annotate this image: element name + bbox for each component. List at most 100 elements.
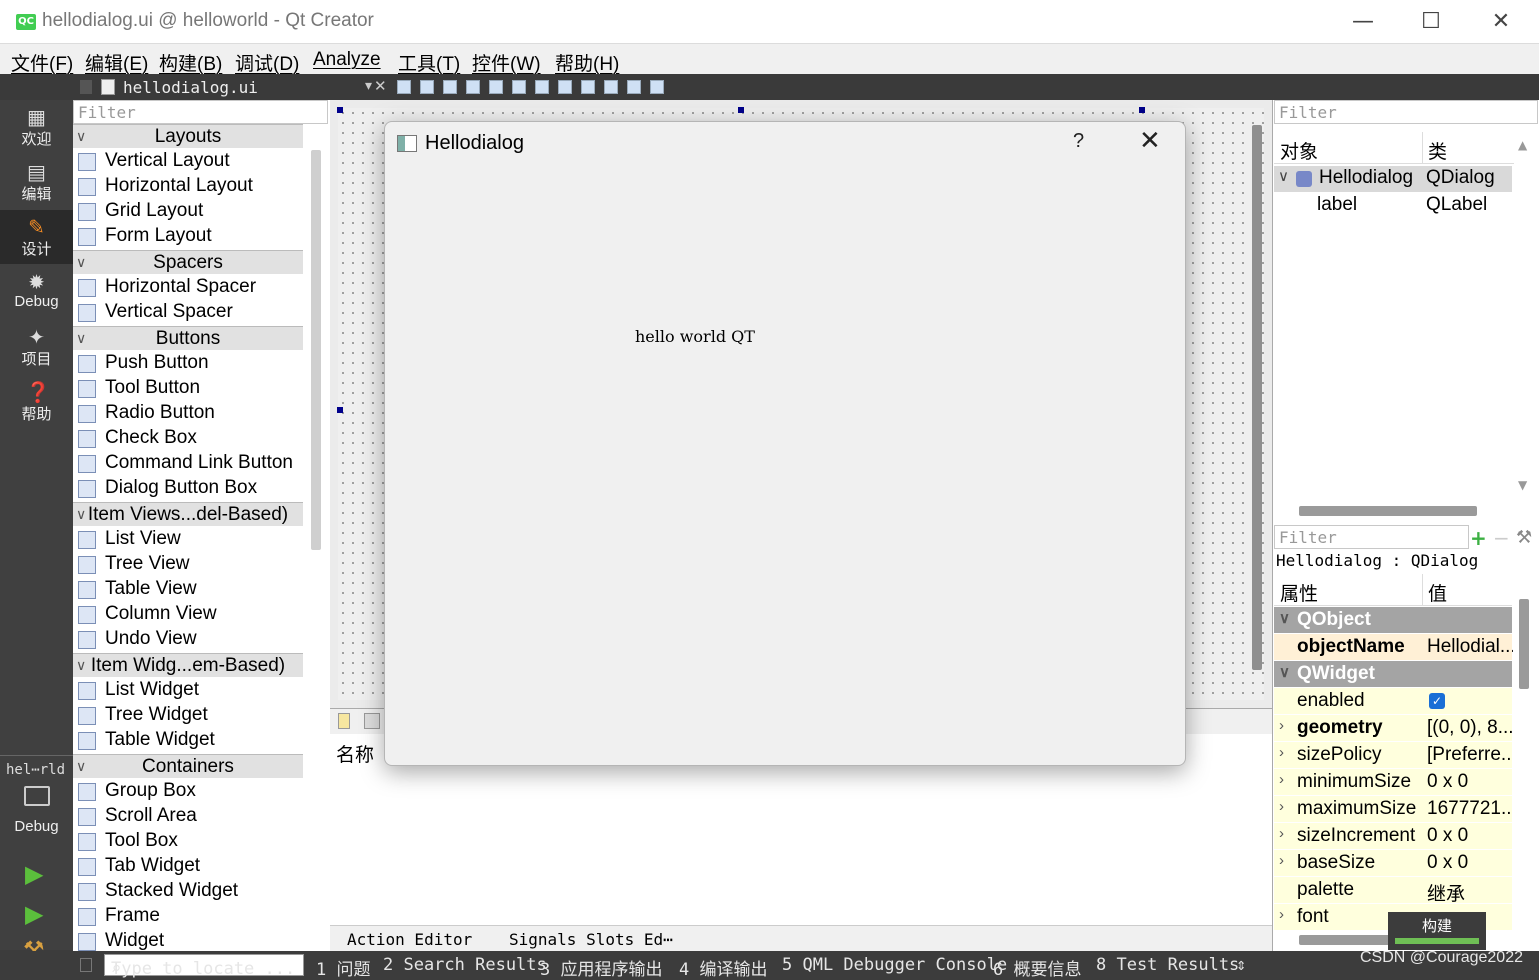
edit-tab-order-icon[interactable] bbox=[466, 80, 480, 94]
widget-item[interactable]: Grid Layout bbox=[73, 199, 303, 224]
enabled-checkbox[interactable]: ✓ bbox=[1429, 693, 1445, 709]
mode-debug[interactable]: ✹ Debug bbox=[0, 265, 73, 319]
close-file-icon[interactable]: ✕ bbox=[374, 77, 387, 95]
property-filter-input[interactable]: Filter bbox=[1274, 525, 1469, 549]
output-pane-issues[interactable]: 1 问题 bbox=[316, 955, 370, 980]
menu-file[interactable]: 文件(F) bbox=[11, 49, 73, 76]
widget-category[interactable]: ∨ Containers bbox=[73, 754, 303, 778]
expand-icon[interactable]: › bbox=[1279, 771, 1284, 788]
widget-item[interactable]: Tool Box bbox=[73, 829, 303, 854]
property-row[interactable]: enabled ✓ bbox=[1274, 688, 1512, 715]
edit-buddies-icon[interactable] bbox=[443, 80, 457, 94]
property-row[interactable]: › maximumSize 1677721... bbox=[1274, 796, 1513, 823]
expand-icon[interactable]: › bbox=[1279, 717, 1284, 734]
widget-item[interactable]: Dialog Button Box bbox=[73, 476, 303, 501]
configure-wrench-icon[interactable]: ⚒ bbox=[1516, 527, 1532, 548]
toggle-sidebar-icon[interactable] bbox=[80, 958, 92, 972]
scroll-down-icon[interactable]: ▼ bbox=[1518, 478, 1527, 492]
widget-filter-input[interactable]: Filter bbox=[73, 100, 328, 124]
property-scrollbar[interactable] bbox=[1519, 599, 1529, 689]
widget-category[interactable]: ∨ Item Views...del-Based) bbox=[73, 502, 303, 526]
adjust-size-icon[interactable] bbox=[650, 80, 664, 94]
dialog-preview-window[interactable]: Hellodialog ? ✕ hello world QT bbox=[384, 121, 1186, 766]
layout-vertical-icon[interactable] bbox=[512, 80, 526, 94]
scroll-up-icon[interactable]: ▲ bbox=[1518, 138, 1527, 152]
widget-item[interactable]: Frame bbox=[73, 904, 303, 929]
widget-item[interactable]: Form Layout bbox=[73, 224, 303, 249]
property-section[interactable]: ∨ QWidget bbox=[1274, 661, 1512, 688]
collapse-icon[interactable]: ∨ bbox=[76, 503, 86, 526]
kit-build-config[interactable]: Debug bbox=[0, 818, 73, 835]
menu-help[interactable]: 帮助(H) bbox=[555, 49, 619, 76]
property-section[interactable]: ∨ QObject bbox=[1274, 607, 1512, 634]
monitor-icon[interactable] bbox=[24, 786, 50, 806]
menu-edit[interactable]: 编辑(E) bbox=[85, 49, 148, 76]
collapse-icon[interactable]: ∨ bbox=[76, 327, 86, 350]
horizontal-scrollbar[interactable] bbox=[1299, 506, 1477, 516]
widget-category[interactable]: ∨ Spacers bbox=[73, 250, 303, 274]
widget-item[interactable]: Vertical Spacer bbox=[73, 300, 303, 325]
property-row[interactable]: palette 继承 bbox=[1274, 877, 1512, 905]
widget-item[interactable]: List View bbox=[73, 527, 303, 552]
widget-item[interactable]: Radio Button bbox=[73, 401, 303, 426]
object-filter-input[interactable]: Filter bbox=[1274, 100, 1538, 124]
resize-handle[interactable] bbox=[738, 107, 744, 113]
new-action-icon[interactable] bbox=[338, 713, 350, 729]
menu-widgets[interactable]: 控件(W) bbox=[472, 49, 541, 76]
splitter-vertical-icon[interactable] bbox=[558, 80, 572, 94]
widget-item[interactable]: Tree View bbox=[73, 552, 303, 577]
property-value[interactable]: 1677721... bbox=[1427, 798, 1513, 820]
expand-icon[interactable]: › bbox=[1279, 798, 1284, 815]
output-pane-qml-debugger[interactable]: 5 QML Debugger Console bbox=[782, 955, 1007, 975]
dialog-close-button[interactable]: ✕ bbox=[1139, 126, 1161, 156]
widget-item[interactable]: Column View bbox=[73, 602, 303, 627]
tree-row-hellodialog[interactable]: ∨ Hellodialog QDialog bbox=[1274, 166, 1512, 192]
widget-category[interactable]: ∨ Buttons bbox=[73, 326, 303, 350]
widget-item[interactable]: Table Widget bbox=[73, 728, 303, 753]
widget-item[interactable]: Command Link Button bbox=[73, 451, 303, 476]
widget-category[interactable]: ∨ Layouts bbox=[73, 124, 303, 148]
widget-box-scrollbar[interactable] bbox=[311, 150, 321, 550]
widget-item[interactable]: Push Button bbox=[73, 351, 303, 376]
add-property-icon[interactable]: + bbox=[1470, 526, 1487, 550]
tree-row-label[interactable]: label QLabel bbox=[1274, 193, 1512, 219]
widget-category[interactable]: ∨ Item Widg...em-Based) bbox=[73, 653, 303, 677]
property-value[interactable]: Hellodial... bbox=[1427, 636, 1513, 658]
resize-handle[interactable] bbox=[337, 407, 343, 413]
layout-grid-icon[interactable] bbox=[604, 80, 618, 94]
remove-property-icon[interactable]: − bbox=[1493, 526, 1510, 550]
widget-item[interactable]: Vertical Layout bbox=[73, 149, 303, 174]
layout-horizontal-icon[interactable] bbox=[489, 80, 503, 94]
expand-icon[interactable]: ∨ bbox=[1279, 663, 1290, 681]
property-horizontal-scrollbar[interactable] bbox=[1299, 935, 1399, 945]
widget-item[interactable]: Tab Widget bbox=[73, 854, 303, 879]
close-button[interactable]: ✕ bbox=[1478, 8, 1524, 36]
resize-handle[interactable] bbox=[1139, 107, 1145, 113]
widget-item[interactable]: Horizontal Spacer bbox=[73, 275, 303, 300]
minimize-button[interactable]: — bbox=[1340, 8, 1386, 36]
mode-welcome[interactable]: ▦ 欢迎 bbox=[0, 100, 73, 154]
output-pane-compile-output[interactable]: 4 编译输出 bbox=[679, 955, 767, 980]
widget-item[interactable]: Stacked Widget bbox=[73, 879, 303, 904]
property-value[interactable]: [(0, 0), 8... bbox=[1427, 717, 1513, 739]
collapse-icon[interactable]: ∨ bbox=[76, 125, 86, 148]
file-dropdown-icon[interactable]: ▾ bbox=[365, 78, 372, 94]
property-row[interactable]: › minimumSize 0 x 0 bbox=[1274, 769, 1512, 796]
mode-projects[interactable]: ✦ 项目 bbox=[0, 320, 73, 374]
mode-design[interactable]: ✎ 设计 bbox=[0, 210, 73, 264]
mode-help[interactable]: ❓ 帮助 bbox=[0, 375, 73, 429]
menu-debug[interactable]: 调试(D) bbox=[235, 49, 299, 76]
expand-icon[interactable]: › bbox=[1279, 852, 1284, 869]
collapse-icon[interactable]: ∨ bbox=[76, 755, 86, 778]
widget-item[interactable]: Check Box bbox=[73, 426, 303, 451]
widget-item[interactable]: Tool Button bbox=[73, 376, 303, 401]
layout-form-icon[interactable] bbox=[581, 80, 595, 94]
widget-item[interactable]: Horizontal Layout bbox=[73, 174, 303, 199]
edit-signals-slots-icon[interactable] bbox=[420, 80, 434, 94]
edit-widgets-icon[interactable] bbox=[397, 80, 411, 94]
menu-build[interactable]: 构建(B) bbox=[159, 49, 222, 76]
break-layout-icon[interactable] bbox=[627, 80, 641, 94]
expand-icon[interactable]: › bbox=[1279, 825, 1284, 842]
output-pane-test-results[interactable]: 8 Test Results bbox=[1096, 955, 1239, 975]
context-help-button[interactable]: ? bbox=[1073, 130, 1084, 153]
